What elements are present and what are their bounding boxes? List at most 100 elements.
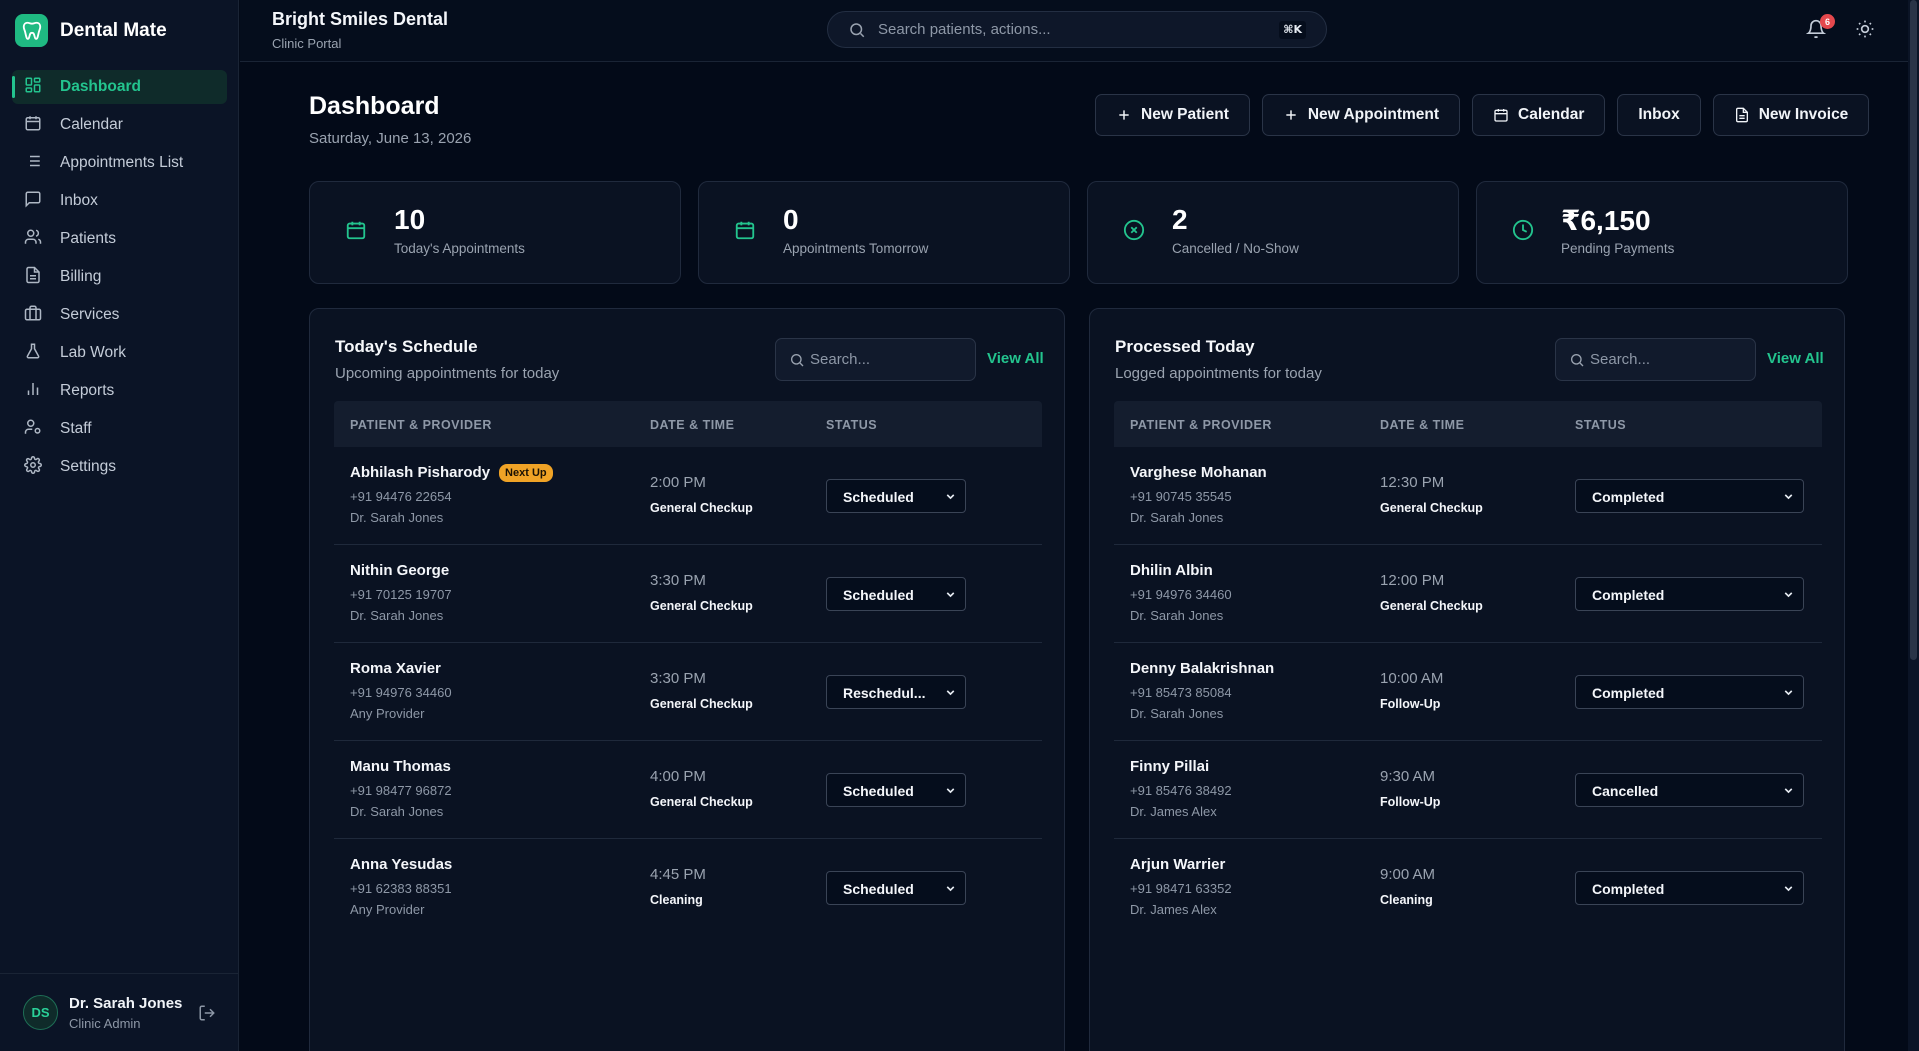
new-patient-button[interactable]: New Patient	[1095, 94, 1250, 136]
sidebar-item-appointments-list[interactable]: Appointments List	[12, 146, 227, 180]
patient-name[interactable]: Denny Balakrishnan	[1130, 660, 1274, 677]
appointment-service: General Checkup	[1380, 501, 1483, 515]
calendar-button[interactable]: Calendar	[1472, 94, 1606, 136]
calendar-icon	[1494, 109, 1508, 122]
chevron-down-icon	[946, 592, 955, 598]
table-row[interactable]: Arjun Warrier +91 98471 63352 Dr. James Al…	[1114, 839, 1822, 937]
button-label: Inbox	[1638, 106, 1680, 123]
patient-name[interactable]: Nithin George	[350, 562, 449, 579]
table-row[interactable]: Varghese Mohanan +91 90745 35545 Dr. Sarah…	[1114, 447, 1822, 545]
processed-search[interactable]	[1555, 338, 1756, 381]
schedule-search-input[interactable]	[810, 339, 970, 380]
patient-phone: +91 94976 34460	[1130, 587, 1232, 602]
sidebar-item-inbox[interactable]: Inbox	[12, 184, 227, 218]
processed-search-input[interactable]	[1590, 339, 1750, 380]
sidebar-item-label: Appointments List	[60, 154, 184, 171]
table-row[interactable]: Abhilash Pisharody Next Up +91 94476 22654…	[334, 447, 1042, 545]
schedule-search[interactable]	[775, 338, 976, 381]
appointment-time: 3:30 PM	[650, 670, 706, 687]
table-row[interactable]: Manu Thomas +91 98477 96872 Dr. Sarah Jone…	[334, 741, 1042, 839]
logout-icon[interactable]	[198, 1004, 216, 1022]
table-row[interactable]: Dhilin Albin +91 94976 34460 Dr. Sarah Jon…	[1114, 545, 1822, 643]
page-scrollbar[interactable]	[1908, 0, 1919, 1051]
global-search[interactable]: ⌘K	[827, 11, 1327, 48]
next-up-badge: Next Up	[499, 464, 553, 482]
stat-label: Cancelled / No-Show	[1172, 241, 1299, 256]
view-all-link[interactable]: View All	[1767, 350, 1824, 367]
appointment-time: 4:00 PM	[650, 768, 706, 785]
status-value: Scheduled	[843, 587, 914, 603]
patient-name[interactable]: Dhilin Albin	[1130, 562, 1213, 579]
sidebar-item-reports[interactable]: Reports	[12, 374, 227, 408]
chevron-down-icon	[1784, 494, 1793, 500]
status-value: Completed	[1592, 587, 1665, 603]
chevron-down-icon	[1784, 592, 1793, 598]
status-select[interactable]: Scheduled	[826, 577, 966, 611]
provider-name: Dr. James Alex	[1130, 804, 1217, 819]
sidebar-item-calendar[interactable]: Calendar	[12, 108, 227, 142]
provider-name: Dr. Sarah Jones	[350, 804, 444, 819]
patient-phone: +91 85476 38492	[1130, 783, 1232, 798]
sidebar-item-services[interactable]: Services	[12, 298, 227, 332]
status-select[interactable]: Scheduled	[826, 871, 966, 905]
patient-name[interactable]: Manu Thomas	[350, 758, 451, 775]
new-appointment-button[interactable]: New Appointment	[1261, 94, 1461, 136]
appointment-service: General Checkup	[650, 599, 753, 613]
patient-phone: +91 94976 34460	[350, 685, 452, 700]
table-row[interactable]: Anna Yesudas +91 62383 88351 Any Provider 4…	[334, 839, 1042, 937]
sun-icon[interactable]	[1855, 19, 1875, 39]
status-select[interactable]: Completed	[1575, 871, 1804, 905]
provider-name: Dr. Sarah Jones	[350, 608, 444, 623]
patient-name-text: Manu Thomas	[350, 758, 451, 775]
status-select[interactable]: Scheduled	[826, 479, 966, 513]
table-row[interactable]: Finny Pillai +91 85476 38492 Dr. James Ale…	[1114, 741, 1822, 839]
x-circle-icon	[1123, 219, 1145, 241]
appointment-service: Follow-Up	[1380, 795, 1441, 809]
patient-name[interactable]: Finny Pillai	[1130, 758, 1209, 775]
patient-name[interactable]: Roma Xavier	[350, 660, 441, 677]
sidebar-item-billing[interactable]: Billing	[12, 260, 227, 294]
column-header: PATIENT & PROVIDER	[350, 418, 492, 432]
sidebar-item-staff[interactable]: Staff	[12, 412, 227, 446]
clinic-subtitle: Clinic Portal	[272, 36, 342, 51]
patient-name[interactable]: Abhilash Pisharody Next Up	[350, 464, 553, 482]
appointment-time: 4:45 PM	[650, 866, 706, 883]
provider-name: Any Provider	[350, 706, 425, 721]
sidebar-item-patients[interactable]: Patients	[12, 222, 227, 256]
stat-value: 0	[783, 204, 799, 235]
dashboard-icon	[25, 77, 41, 93]
tooth-logo-icon	[15, 14, 48, 47]
status-select[interactable]: Cancelled	[1575, 773, 1804, 807]
table-row[interactable]: Nithin George +91 70125 19707 Dr. Sarah Jo…	[334, 545, 1042, 643]
stat-value: 10	[394, 204, 426, 235]
patient-name[interactable]: Anna Yesudas	[350, 856, 452, 873]
view-all-link[interactable]: View All	[987, 350, 1044, 367]
status-select[interactable]: Scheduled	[826, 773, 966, 807]
sidebar: Dental Mate Dashboard Calendar Appointme…	[0, 0, 239, 1051]
stat-value: ₹6,150	[1561, 205, 1651, 236]
status-value: Completed	[1592, 489, 1665, 505]
status-select[interactable]: Completed	[1575, 577, 1804, 611]
appointment-time: 3:30 PM	[650, 572, 706, 589]
table-row[interactable]: Roma Xavier +91 94976 34460 Any Provider 3:…	[334, 643, 1042, 741]
scrollbar-thumb[interactable]	[1910, 0, 1917, 660]
global-search-input[interactable]	[878, 12, 1258, 47]
brand[interactable]: Dental Mate	[15, 14, 167, 47]
search-icon	[850, 23, 865, 38]
patient-name[interactable]: Varghese Mohanan	[1130, 464, 1267, 481]
new-invoice-button[interactable]: New Invoice	[1712, 94, 1870, 136]
status-select[interactable]: Completed	[1575, 675, 1804, 709]
patient-phone: +91 98477 96872	[350, 783, 452, 798]
patient-phone: +91 94476 22654	[350, 489, 452, 504]
inbox-button[interactable]: Inbox	[1617, 94, 1701, 136]
sidebar-item-settings[interactable]: Settings	[12, 450, 227, 484]
patient-name[interactable]: Arjun Warrier	[1130, 856, 1225, 873]
status-select[interactable]: Reschedul...	[826, 675, 966, 709]
status-select[interactable]: Completed	[1575, 479, 1804, 513]
patient-name-text: Abhilash Pisharody	[350, 464, 491, 481]
sidebar-item-dashboard[interactable]: Dashboard	[12, 70, 227, 104]
table-row[interactable]: Denny Balakrishnan +91 85473 85084 Dr. Sar…	[1114, 643, 1822, 741]
patient-name-text: Dhilin Albin	[1130, 562, 1213, 579]
sidebar-item-lab-work[interactable]: Lab Work	[12, 336, 227, 370]
avatar[interactable]: DS	[23, 995, 58, 1030]
